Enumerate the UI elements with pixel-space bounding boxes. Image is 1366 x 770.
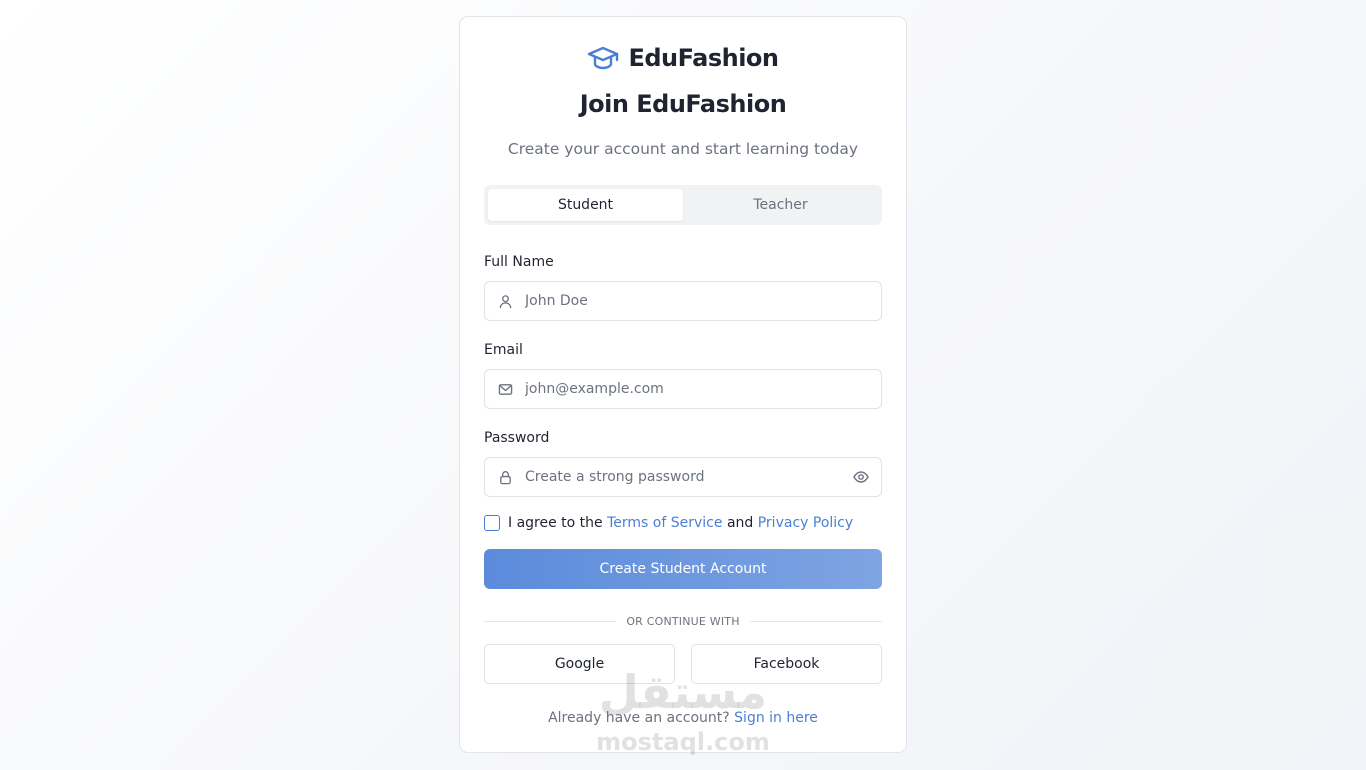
signin-prompt-text: Already have an account? — [548, 710, 730, 726]
email-label: Email — [484, 342, 523, 358]
agree-text: I agree to the Terms of Service and Priv… — [508, 515, 853, 531]
sign-in-link[interactable]: Sign in here — [734, 710, 818, 726]
full-name-label: Full Name — [484, 254, 554, 270]
brand-name: EduFashion — [628, 44, 779, 72]
graduation-cap-icon — [588, 46, 619, 70]
divider-line-left — [484, 620, 617, 622]
divider-line-right — [749, 620, 882, 622]
email-field — [484, 369, 882, 409]
google-button[interactable]: Google — [484, 644, 675, 684]
create-account-button[interactable]: Create Student Account — [484, 549, 882, 589]
role-tabs: Student Teacher — [484, 185, 882, 225]
password-input[interactable] — [525, 458, 841, 496]
agree-prefix: I agree to the — [508, 515, 603, 531]
eye-icon[interactable] — [841, 469, 881, 485]
brand: EduFashion — [460, 44, 906, 72]
signup-card: EduFashion Join EduFashion Create your a… — [459, 16, 907, 753]
lock-icon — [485, 470, 525, 485]
tab-teacher[interactable]: Teacher — [683, 189, 878, 221]
terms-of-service-link[interactable]: Terms of Service — [607, 515, 722, 531]
password-label: Password — [484, 430, 550, 446]
facebook-button[interactable]: Facebook — [691, 644, 882, 684]
user-icon — [485, 294, 525, 309]
mail-icon — [485, 382, 525, 397]
page-subtitle: Create your account and start learning t… — [507, 140, 859, 158]
email-input[interactable] — [525, 370, 881, 408]
divider-text: OR CONTINUE WITH — [626, 614, 740, 628]
full-name-input[interactable] — [525, 282, 881, 320]
password-field — [484, 457, 882, 497]
full-name-field — [484, 281, 882, 321]
or-divider: OR CONTINUE WITH — [484, 614, 882, 628]
tab-student[interactable]: Student — [488, 189, 683, 221]
agree-conjunction: and — [726, 515, 754, 531]
agree-checkbox[interactable] — [484, 515, 500, 531]
page-title: Join EduFashion — [579, 90, 787, 118]
privacy-policy-link[interactable]: Privacy Policy — [758, 515, 853, 531]
signin-prompt: Already have an account? Sign in here — [460, 710, 906, 726]
terms-agreement: I agree to the Terms of Service and Priv… — [484, 515, 853, 531]
